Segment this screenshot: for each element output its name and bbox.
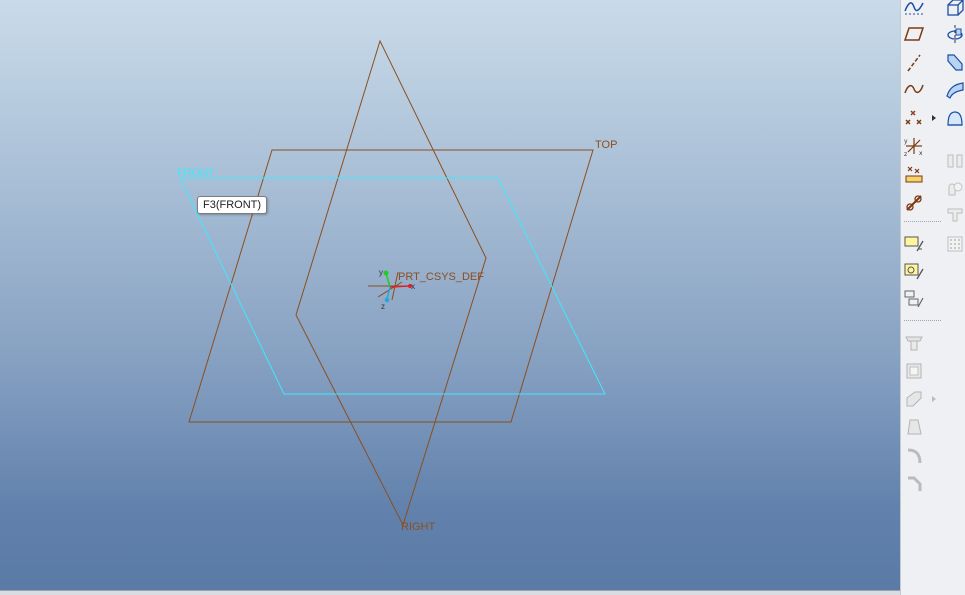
mirror-icon: [944, 150, 965, 172]
svg-text:x: x: [919, 150, 923, 157]
toolbar-separator: [904, 221, 941, 222]
datum-axis-icon[interactable]: [903, 52, 925, 74]
modeling-window: TOP FRONT RIGHT PRT_CSYS_DEF y x z F3(FR…: [0, 0, 965, 595]
svg-text:z: z: [904, 151, 907, 157]
datum-curve-icon[interactable]: [903, 78, 925, 100]
feature-toolbar: y x z: [900, 0, 965, 595]
csys-z-letter: z: [381, 302, 385, 311]
shell-icon: [903, 360, 925, 382]
rib-flyout-icon: [932, 396, 936, 402]
toolbar-separator: [904, 320, 941, 321]
preselection-tooltip: F3(FRONT): [197, 196, 268, 214]
round-icon: [903, 445, 925, 467]
svg-text:y: y: [904, 138, 908, 145]
merge-icon: [944, 178, 965, 200]
chamfer-icon: [903, 473, 925, 495]
blend-icon[interactable]: [944, 79, 965, 101]
annotation-icon[interactable]: [903, 288, 925, 310]
trim-icon: [944, 204, 965, 226]
csys-x-letter: x: [411, 282, 415, 291]
sketch-tools-icon[interactable]: [903, 0, 925, 18]
datum-point-icon[interactable]: [903, 107, 925, 129]
view-note-icon[interactable]: [903, 260, 925, 282]
insert-reference-icon[interactable]: [903, 192, 925, 214]
revolve-icon[interactable]: [944, 23, 965, 45]
rib-icon: [903, 388, 925, 410]
note-icon[interactable]: [903, 232, 925, 254]
datum-plane-icon[interactable]: [903, 23, 925, 45]
coordinate-system-icon[interactable]: y x z: [903, 135, 925, 157]
top-plane-label: TOP: [595, 139, 618, 151]
datum-point-flyout-icon[interactable]: [932, 115, 936, 121]
extrude-icon[interactable]: [944, 0, 965, 18]
analysis-feature-icon[interactable]: [903, 163, 925, 185]
boundary-blend-icon[interactable]: [944, 108, 965, 130]
right-datum-plane[interactable]: [295, 39, 487, 527]
csys-y-letter: y: [379, 268, 383, 277]
status-strip: [0, 590, 900, 595]
hole-icon: [903, 332, 925, 354]
datum-scene: [179, 39, 606, 527]
front-plane-label: FRONT: [177, 167, 215, 179]
right-plane-label: RIGHT: [401, 521, 436, 533]
draft-icon: [903, 416, 925, 438]
graphics-viewport[interactable]: TOP FRONT RIGHT PRT_CSYS_DEF y x z F3(FR…: [0, 0, 900, 595]
sweep-icon[interactable]: [944, 51, 965, 73]
pattern-icon: [944, 233, 965, 255]
